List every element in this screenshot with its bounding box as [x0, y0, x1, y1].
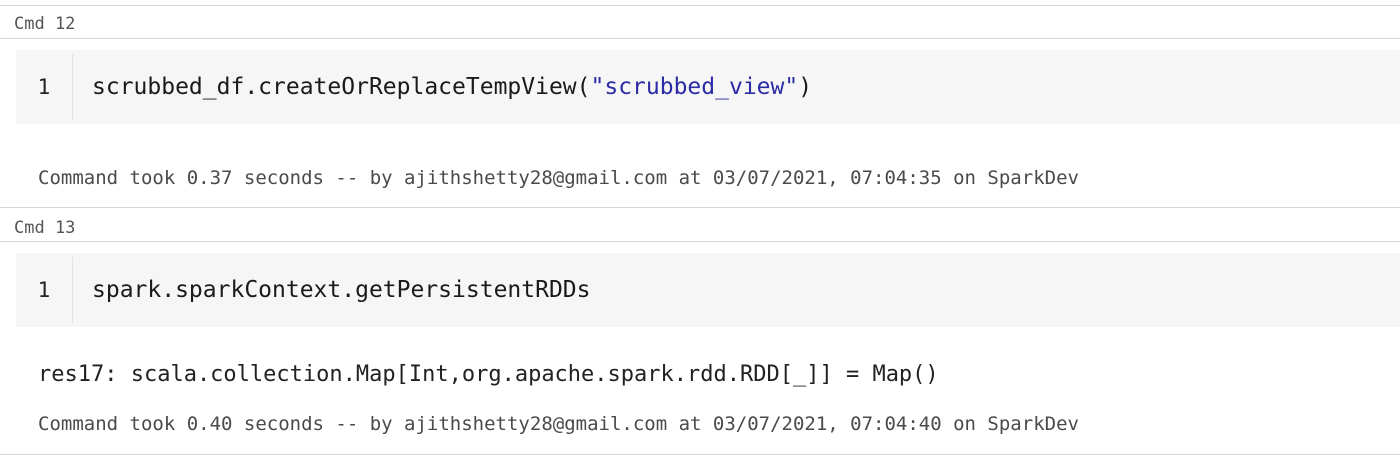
code-string-literal: "scrubbed_view" — [590, 74, 799, 100]
cell-header-divider — [0, 241, 1400, 242]
code-line[interactable]: spark.sparkContext.getPersistentRDDs — [92, 253, 591, 327]
notebook-page: Cmd 12 1 scrubbed_df.createOrReplaceTemp… — [0, 0, 1400, 461]
cell-divider — [0, 207, 1400, 208]
gutter-separator — [72, 257, 73, 323]
cell-divider — [0, 454, 1400, 455]
cell-header-divider — [0, 38, 1400, 39]
command-status: Command took 0.37 seconds -- by ajithshe… — [38, 167, 1079, 189]
line-number: 1 — [37, 278, 51, 302]
gutter-separator — [72, 54, 73, 120]
code-editor[interactable]: 1 spark.sparkContext.getPersistentRDDs — [16, 253, 1400, 327]
command-result: res17: scala.collection.Map[Int,org.apac… — [38, 362, 939, 387]
code-editor[interactable]: 1 scrubbed_df.createOrReplaceTempView("s… — [16, 50, 1400, 124]
code-token: ) — [798, 74, 813, 100]
cell-label: Cmd 12 — [14, 14, 76, 34]
code-token: scrubbed_df.createOrReplaceTempView( — [92, 74, 591, 100]
cell-label: Cmd 13 — [14, 218, 76, 238]
command-status: Command took 0.40 seconds -- by ajithshe… — [38, 413, 1079, 435]
cell-divider — [0, 5, 1400, 6]
code-token: spark.sparkContext.getPersistentRDDs — [92, 277, 591, 303]
line-number: 1 — [37, 75, 51, 99]
code-line[interactable]: scrubbed_df.createOrReplaceTempView("scr… — [92, 50, 812, 124]
